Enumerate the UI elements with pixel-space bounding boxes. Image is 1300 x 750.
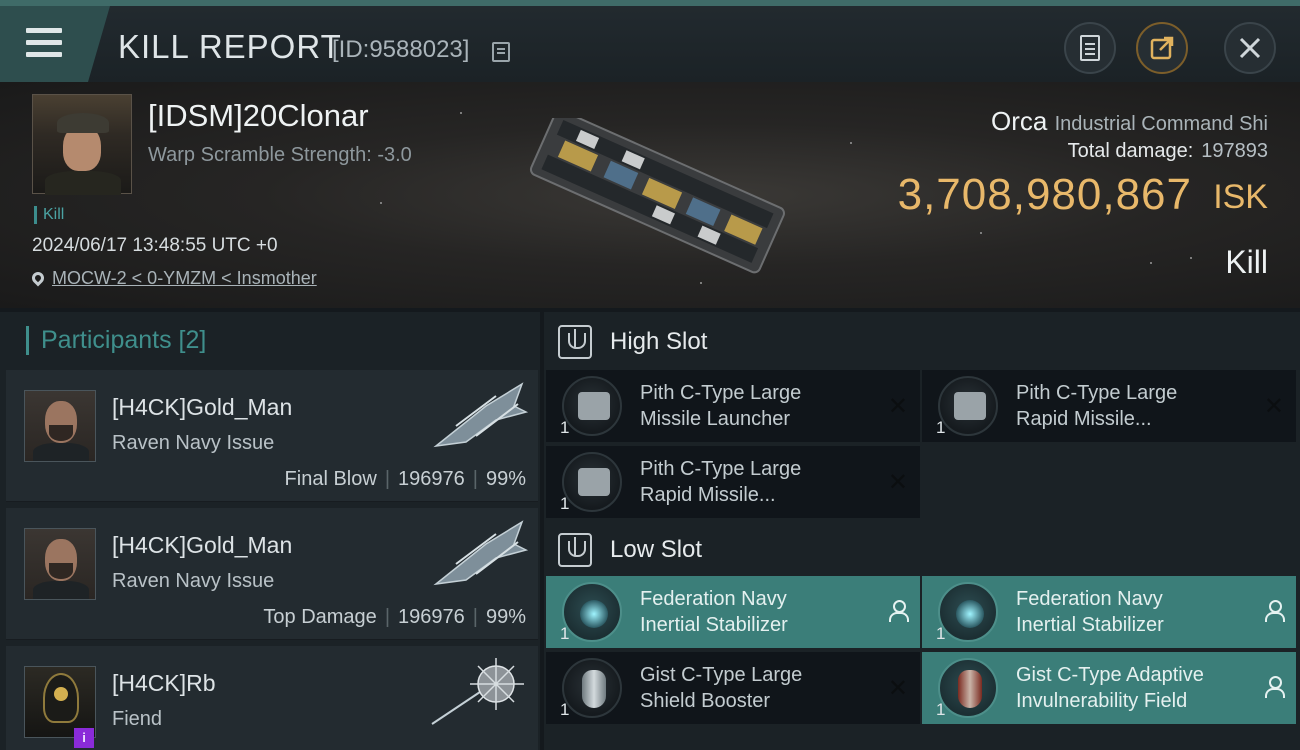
participants-heading: Participants [2]	[26, 326, 206, 355]
avatar	[24, 390, 96, 462]
module-item[interactable]: 1 Pith C-Type Large Rapid Missile... ✕	[546, 446, 920, 518]
module-quantity: 1	[560, 624, 570, 643]
participant-percent: 99%	[485, 468, 526, 490]
high-slot-header: High Slot	[558, 320, 707, 364]
participant-damage: 196976	[398, 606, 465, 628]
module-quantity: 1	[560, 494, 570, 513]
kill-location[interactable]: MOCW-2 < 0-YMZM < Insmother	[29, 268, 317, 289]
module-quantity: 1	[936, 624, 946, 643]
top-bar: KILL REPORT [ID:9588023]	[0, 0, 1300, 82]
module-item[interactable]: 1 Federation Navy Inertial Stabilizer	[546, 576, 920, 648]
module-item[interactable]: 1 Federation Navy Inertial Stabilizer	[922, 576, 1296, 648]
module-icon	[562, 376, 622, 436]
participant-card[interactable]: [H4CK]Gold_Man Raven Navy Issue Top Dama…	[6, 508, 538, 640]
result-label: Kill	[1225, 244, 1268, 280]
ship-name: Orca	[990, 106, 1048, 136]
menu-icon	[26, 28, 62, 64]
location-link[interactable]: MOCW-2 < 0-YMZM < Insmother	[52, 268, 317, 288]
low-slot-label: Low Slot	[610, 536, 703, 563]
clipboard-icon	[1080, 35, 1100, 61]
module-name: Pith C-Type Large Rapid Missile...	[640, 458, 802, 506]
ship-class: Industrial Command Shi	[1054, 113, 1268, 135]
person-icon	[1264, 676, 1285, 698]
participant-stats: Final Blow | 196976 | 99%	[284, 468, 526, 490]
ship-icon	[433, 520, 529, 586]
module-name: Pith C-Type Large Rapid Missile...	[1016, 382, 1178, 430]
kill-tag: Kill	[34, 206, 64, 224]
total-damage-label: Total damage:	[1067, 140, 1194, 162]
participant-role: Final Blow	[284, 468, 377, 490]
x-icon: ✕	[887, 469, 908, 496]
module-item[interactable]: 1 Gist C-Type Large Shield Booster ✕	[546, 652, 920, 724]
isk-value: 3,708,980,867	[897, 170, 1192, 219]
module-icon	[938, 582, 998, 642]
victim-ship[interactable]: Orca Industrial Command Shi	[991, 106, 1268, 137]
menu-button[interactable]	[0, 6, 110, 82]
total-damage-value: 197893	[1201, 140, 1268, 162]
isk-unit: ISK	[1213, 178, 1268, 216]
person-icon	[888, 600, 909, 622]
fitting-panel[interactable]: High Slot 1 Pith C-Type Large Missile Lau…	[544, 312, 1300, 750]
person-icon	[1264, 600, 1285, 622]
victim-name[interactable]: [IDSM]20Clonar	[148, 98, 369, 134]
slot-icon	[558, 325, 592, 359]
participant-percent: 99%	[485, 606, 526, 628]
participant-stats: Top Damage | 196976 | 99%	[263, 606, 526, 628]
participant-damage: 196976	[398, 468, 465, 490]
participants-panel[interactable]: Participants [2] [H4CK]Gold_Man Raven Na…	[0, 312, 540, 750]
x-icon: ✕	[887, 675, 908, 702]
avatar	[24, 528, 96, 600]
participant-ship: Raven Navy Issue	[112, 570, 275, 592]
share-button[interactable]	[1136, 22, 1188, 74]
module-item[interactable]: 1 Pith C-Type Large Missile Launcher ✕	[546, 370, 920, 442]
victim-portrait[interactable]	[32, 94, 132, 195]
page-title: KILL REPORT	[118, 28, 342, 65]
module-icon	[938, 376, 998, 436]
module-icon	[562, 658, 622, 718]
module-name: Federation Navy Inertial Stabilizer	[640, 588, 788, 636]
location-pin-icon	[29, 269, 47, 287]
participant-role: Top Damage	[263, 606, 377, 628]
module-item[interactable]: 1 Gist C-Type Adaptive Invulnerability Fi…	[922, 652, 1296, 724]
clipboard-button[interactable]	[1064, 22, 1116, 74]
victim-panel: [IDSM]20Clonar Warp Scramble Strength: -…	[0, 82, 1300, 308]
module-name: Gist C-Type Adaptive Invulnerability Fiel…	[1016, 664, 1204, 712]
module-name: Gist C-Type Large Shield Booster	[640, 664, 803, 712]
x-icon: ✕	[887, 393, 908, 420]
module-quantity: 1	[936, 700, 946, 719]
close-button[interactable]	[1224, 22, 1276, 74]
module-name: Federation Navy Inertial Stabilizer	[1016, 588, 1164, 636]
copy-icon[interactable]	[492, 42, 510, 62]
participant-name: [H4CK]Gold_Man	[112, 394, 293, 420]
module-quantity: 1	[560, 418, 570, 437]
module-icon	[562, 582, 622, 642]
participant-ship: Raven Navy Issue	[112, 432, 275, 454]
module-quantity: 1	[936, 418, 946, 437]
module-icon	[562, 452, 622, 512]
participant-card[interactable]: [H4CK]Gold_Man Raven Navy Issue Final Bl…	[6, 370, 538, 502]
module-quantity: 1	[560, 700, 570, 719]
ship-icon	[431, 658, 524, 725]
low-slot-header: Low Slot	[558, 528, 702, 572]
total-damage: Total damage: 197893	[1068, 140, 1268, 163]
share-icon	[1150, 36, 1174, 60]
ship-image	[529, 118, 785, 274]
module-name: Pith C-Type Large Missile Launcher	[640, 382, 802, 430]
report-id: [ID:9588023]	[332, 36, 470, 63]
info-badge[interactable]: i	[74, 728, 94, 748]
close-icon	[1239, 37, 1261, 59]
warp-scramble-strength: Warp Scramble Strength: -3.0	[148, 144, 412, 166]
participant-name: [H4CK]Rb	[112, 670, 216, 696]
x-icon: ✕	[1263, 393, 1284, 420]
participant-card[interactable]: i [H4CK]Rb Fiend	[6, 646, 538, 750]
module-item[interactable]: 1 Pith C-Type Large Rapid Missile... ✕	[922, 370, 1296, 442]
module-icon	[938, 658, 998, 718]
slot-icon	[558, 533, 592, 567]
kill-datetime: 2024/06/17 13:48:55 UTC +0	[32, 235, 278, 256]
high-slot-label: High Slot	[610, 328, 708, 355]
ship-icon	[433, 382, 529, 448]
participant-ship: Fiend	[112, 708, 163, 730]
participant-name: [H4CK]Gold_Man	[112, 532, 293, 558]
